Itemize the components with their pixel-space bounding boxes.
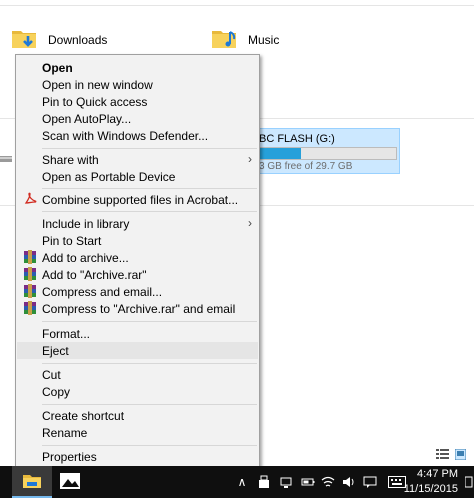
acrobat-icon xyxy=(23,192,37,206)
menu-item-open-portable[interactable]: Open as Portable Device xyxy=(17,168,258,185)
battery-icon[interactable] xyxy=(298,466,318,498)
divider xyxy=(0,5,474,6)
menu-item-pin-quick-access[interactable]: Pin to Quick access xyxy=(17,93,258,110)
menu-separator xyxy=(42,211,257,212)
menu-item-label: Scan with Windows Defender... xyxy=(42,129,209,143)
menu-item-label: Compress to "Archive.rar" and email xyxy=(42,302,236,316)
menu-item-label: Compress and email... xyxy=(42,285,163,299)
drive-name: BC FLASH (G:) xyxy=(259,133,335,145)
taskbar: ∧ 4:47 PM 11/15/2015 xyxy=(0,466,474,498)
menu-item-open-autoplay[interactable]: Open AutoPlay... xyxy=(17,110,258,127)
menu-separator xyxy=(42,363,257,364)
menu-item-properties[interactable]: Properties xyxy=(17,448,258,465)
menu-item-create-shortcut[interactable]: Create shortcut xyxy=(17,407,258,424)
menu-item-label: Include in library xyxy=(42,217,130,231)
folder-downloads[interactable]: Downloads xyxy=(10,24,107,55)
taskbar-clock[interactable]: 4:47 PM 11/15/2015 xyxy=(404,467,458,497)
submenu-arrow-icon: › xyxy=(248,152,252,166)
menu-item-format[interactable]: Format... xyxy=(17,325,258,342)
menu-item-label: Properties xyxy=(42,450,97,464)
menu-item-label: Format... xyxy=(42,327,91,341)
menu-item-copy[interactable]: Copy xyxy=(17,383,258,400)
taskbar-photos[interactable] xyxy=(52,466,88,498)
submenu-arrow-icon: › xyxy=(248,216,252,230)
menu-item-label: Pin to Start xyxy=(42,234,102,248)
menu-item-label: Cut xyxy=(42,368,61,382)
menu-item-label: Open as Portable Device xyxy=(42,170,176,184)
menu-separator xyxy=(42,321,257,322)
menu-item-label: Add to "Archive.rar" xyxy=(42,268,147,282)
drive-tile-flash[interactable]: BC FLASH (G:) 3 GB free of 29.7 GB xyxy=(240,128,400,174)
winrar-icon xyxy=(23,301,37,315)
details-view-icon[interactable] xyxy=(436,449,449,463)
menu-item-combine-acrobat[interactable]: Combine supported files in Acrobat... xyxy=(17,191,258,208)
folder-music[interactable]: Music xyxy=(210,24,279,55)
menu-separator xyxy=(42,188,257,189)
wifi-icon[interactable] xyxy=(318,466,338,498)
menu-item-compress-rar-email[interactable]: Compress to "Archive.rar" and email xyxy=(17,300,258,317)
menu-item-label: Create shortcut xyxy=(42,409,125,423)
menu-item-scan-defender[interactable]: Scan with Windows Defender... xyxy=(17,127,258,144)
menu-item-label: Share with xyxy=(42,153,99,167)
music-folder-icon xyxy=(210,24,238,55)
menu-item-add-archive[interactable]: Add to archive... xyxy=(17,249,258,266)
menu-item-label: Open in new window xyxy=(42,78,153,92)
menu-separator xyxy=(42,404,257,405)
winrar-icon xyxy=(23,267,37,281)
folder-label: Downloads xyxy=(48,32,108,47)
usb-drive-icon xyxy=(0,153,14,165)
menu-item-share-with[interactable]: Share with › xyxy=(17,151,258,168)
usb-eject-icon[interactable] xyxy=(254,466,274,498)
menu-item-open[interactable]: Open xyxy=(17,59,258,76)
menu-item-label: Eject xyxy=(42,344,69,358)
menu-item-add-archive-rar[interactable]: Add to "Archive.rar" xyxy=(17,266,258,283)
menu-separator xyxy=(42,445,257,446)
menu-item-label: Combine supported files in Acrobat... xyxy=(42,193,239,207)
show-hidden-icons-chevron-icon[interactable]: ∧ xyxy=(232,466,252,498)
menu-separator xyxy=(42,148,257,149)
winrar-icon xyxy=(23,284,37,298)
menu-item-rename[interactable]: Rename xyxy=(17,424,258,441)
menu-item-label: Pin to Quick access xyxy=(42,95,148,109)
downloads-folder-icon xyxy=(10,24,38,55)
action-center-icon[interactable] xyxy=(464,466,474,498)
notification-icon[interactable] xyxy=(360,466,380,498)
clock-time: 4:47 PM xyxy=(417,468,458,480)
menu-item-label: Open AutoPlay... xyxy=(42,112,132,126)
photos-icon xyxy=(60,473,80,489)
drive-usage-fill xyxy=(260,148,301,159)
menu-item-label: Open xyxy=(42,61,73,75)
winrar-icon xyxy=(23,250,37,264)
folder-label: Music xyxy=(248,32,280,47)
menu-item-cut[interactable]: Cut xyxy=(17,366,258,383)
file-explorer-icon xyxy=(23,475,41,488)
volume-icon[interactable] xyxy=(338,466,358,498)
taskbar-file-explorer[interactable] xyxy=(12,466,52,498)
large-icons-view-icon[interactable] xyxy=(454,448,467,463)
clock-date: 11/15/2015 xyxy=(403,483,458,495)
menu-item-eject[interactable]: Eject xyxy=(17,342,258,359)
context-menu: Open Open in new window Pin to Quick acc… xyxy=(15,54,260,468)
drive-usage-bar xyxy=(259,147,397,160)
menu-item-label: Add to archive... xyxy=(42,251,129,265)
menu-item-label: Rename xyxy=(42,426,88,440)
menu-item-pin-start[interactable]: Pin to Start xyxy=(17,232,258,249)
menu-item-label: Copy xyxy=(42,385,71,399)
network-icon[interactable] xyxy=(276,466,296,498)
menu-item-compress-email[interactable]: Compress and email... xyxy=(17,283,258,300)
view-toggle-group xyxy=(436,448,467,463)
menu-item-open-new-window[interactable]: Open in new window xyxy=(17,76,258,93)
menu-item-include-library[interactable]: Include in library › xyxy=(17,215,258,232)
drive-free-space: 3 GB free of 29.7 GB xyxy=(259,161,353,172)
